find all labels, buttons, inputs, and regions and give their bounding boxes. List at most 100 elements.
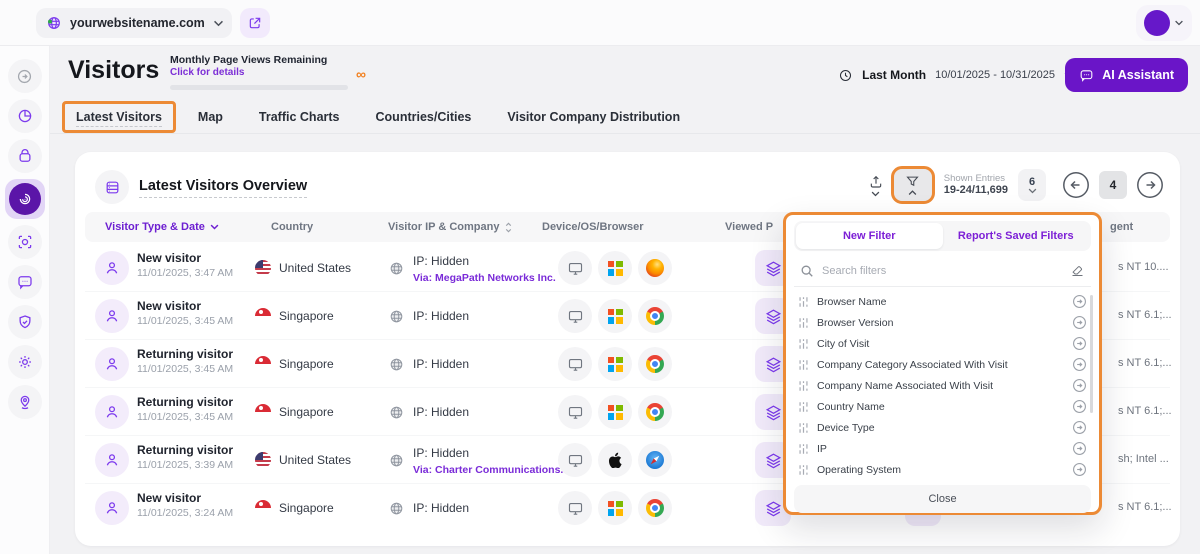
drag-handle-icon (798, 401, 809, 413)
ip-hidden-label: IP: Hidden (413, 446, 470, 460)
tab-saved-filters[interactable]: Report's Saved Filters (943, 223, 1090, 249)
current-page[interactable]: 4 (1099, 171, 1127, 199)
filter-button[interactable] (890, 166, 935, 204)
sidebar-item-settings[interactable] (7, 345, 42, 379)
site-selector[interactable]: yourwebsitename.com (36, 8, 232, 38)
sidebar-item-messages[interactable] (7, 265, 42, 299)
country-name: Singapore (279, 405, 334, 419)
filter-item-label: Operating System (817, 463, 902, 476)
browser-chip (638, 299, 672, 333)
arrow-right-circle-icon[interactable] (1072, 315, 1087, 330)
ai-assistant-button[interactable]: AI Assistant (1065, 58, 1188, 92)
page-size-select[interactable]: 6 (1018, 169, 1046, 201)
chevron-down-icon (1028, 188, 1037, 194)
arrow-right-circle-icon[interactable] (1072, 420, 1087, 435)
visitor-type: Returning visitor (137, 395, 234, 409)
column-visitor-ip-company[interactable]: Visitor IP & Company (388, 212, 513, 242)
arrow-right-circle-icon[interactable] (1072, 462, 1087, 477)
gear-icon (16, 353, 34, 371)
filter-item[interactable]: IP (796, 438, 1089, 459)
search-filters-input[interactable] (822, 264, 1062, 277)
company-via-link[interactable]: Via: MegaPath Networks Inc. (413, 272, 556, 284)
sidebar-collapse-button[interactable] (7, 59, 42, 93)
scrollbar[interactable] (1090, 295, 1093, 413)
sidebar-item-visitors-active[interactable] (4, 179, 45, 219)
search-icon (800, 264, 814, 278)
avatar (1144, 10, 1170, 36)
visitor-avatar (95, 299, 129, 333)
column-label: Country (271, 221, 314, 233)
arrow-right-circle-icon[interactable] (1072, 378, 1087, 393)
report-tab[interactable]: Traffic Charts (245, 101, 354, 133)
arrow-right-circle-icon[interactable] (1072, 336, 1087, 351)
filter-item[interactable]: Company Category Associated With Visit (796, 354, 1089, 375)
prev-page-button[interactable] (1062, 171, 1090, 199)
chevron-down-icon (1174, 20, 1184, 26)
export-button[interactable] (868, 174, 884, 197)
column-viewed-pages: Viewed P (725, 212, 773, 242)
open-site-button[interactable] (240, 8, 270, 38)
report-tab[interactable]: Map (184, 101, 237, 133)
os-chip (598, 299, 632, 333)
country-name: Singapore (279, 357, 334, 371)
arrow-right-circle-icon (15, 67, 34, 86)
filter-item-label: Country Name (817, 400, 885, 413)
country-cell: United States (255, 244, 351, 292)
sidebar-item-dashboard[interactable] (7, 99, 42, 133)
filter-item[interactable]: City of Visit (796, 333, 1089, 354)
drag-handle-icon (798, 422, 809, 434)
filter-item[interactable]: Company Name Associated With Visit (796, 375, 1089, 396)
filter-item[interactable]: Device Type (796, 417, 1089, 438)
chat-bubble-icon (16, 273, 34, 291)
person-icon (106, 454, 118, 466)
person-icon (106, 262, 118, 274)
date-range-picker[interactable]: Last Month 10/01/2025 - 10/31/2025 (826, 58, 1085, 92)
monitor-icon (568, 454, 582, 467)
user-agent-text: s NT 6.1;... (1118, 309, 1172, 321)
report-tab[interactable]: Latest Visitors (62, 101, 176, 133)
ip-hidden-label: IP: Hidden (413, 405, 470, 419)
sidebar-item-audience[interactable] (7, 225, 42, 259)
ip-cell: IP: Hidden (388, 292, 469, 340)
filter-item[interactable]: Operating System (796, 459, 1089, 480)
next-page-button[interactable] (1136, 171, 1164, 199)
tab-label: New Filter (842, 230, 896, 242)
report-tab-label: Countries/Cities (375, 110, 472, 124)
user-agent-text: s NT 6.1;... (1118, 405, 1172, 417)
filter-item[interactable]: Browser Name (796, 291, 1089, 312)
filter-item[interactable]: Country Name (796, 396, 1089, 417)
arrow-right-circle-icon[interactable] (1072, 357, 1087, 372)
filter-item[interactable]: Browser Version (796, 312, 1089, 333)
site-globe-icon (46, 15, 62, 31)
os-chip (598, 395, 632, 429)
drag-handle-icon (798, 380, 809, 392)
country-flag-icon (255, 308, 271, 324)
country-cell: Singapore (255, 340, 334, 388)
sort-icon (506, 222, 512, 232)
column-visitor-type-date[interactable]: Visitor Type & Date (105, 212, 219, 242)
arrow-right-circle-icon[interactable] (1072, 441, 1087, 456)
close-button[interactable]: Close (794, 485, 1091, 513)
arrow-right-circle-icon[interactable] (1072, 399, 1087, 414)
account-menu[interactable] (1136, 5, 1192, 41)
sidebar-item-locations[interactable] (7, 385, 42, 419)
report-tab[interactable]: Visitor Company Distribution (493, 101, 694, 133)
company-via-link[interactable]: Via: Charter Communications... (413, 464, 569, 476)
user-agent-text: sh; Intel ... (1118, 453, 1169, 465)
quota-details-link[interactable]: Click for details (170, 67, 348, 78)
device-chip (558, 491, 592, 525)
sidebar-item-security[interactable] (7, 305, 42, 339)
tab-new-filter[interactable]: New Filter (796, 223, 943, 249)
report-tab[interactable]: Countries/Cities (362, 101, 486, 133)
eraser-icon[interactable] (1070, 263, 1085, 278)
ip-hidden-label: IP: Hidden (413, 309, 470, 323)
ip-hidden-label: IP: Hidden (413, 357, 470, 371)
country-flag-icon (255, 500, 271, 516)
shown-entries-value: 19-24/11,699 (943, 184, 1008, 197)
ip-cell: IP: Hidden Via: MegaPath Networks Inc. (388, 244, 556, 292)
map-pin-icon (16, 393, 34, 411)
arrow-right-circle-icon[interactable] (1072, 294, 1087, 309)
browser-chip (638, 491, 672, 525)
windows-icon (607, 260, 623, 276)
sidebar-item-commerce[interactable] (7, 139, 42, 173)
